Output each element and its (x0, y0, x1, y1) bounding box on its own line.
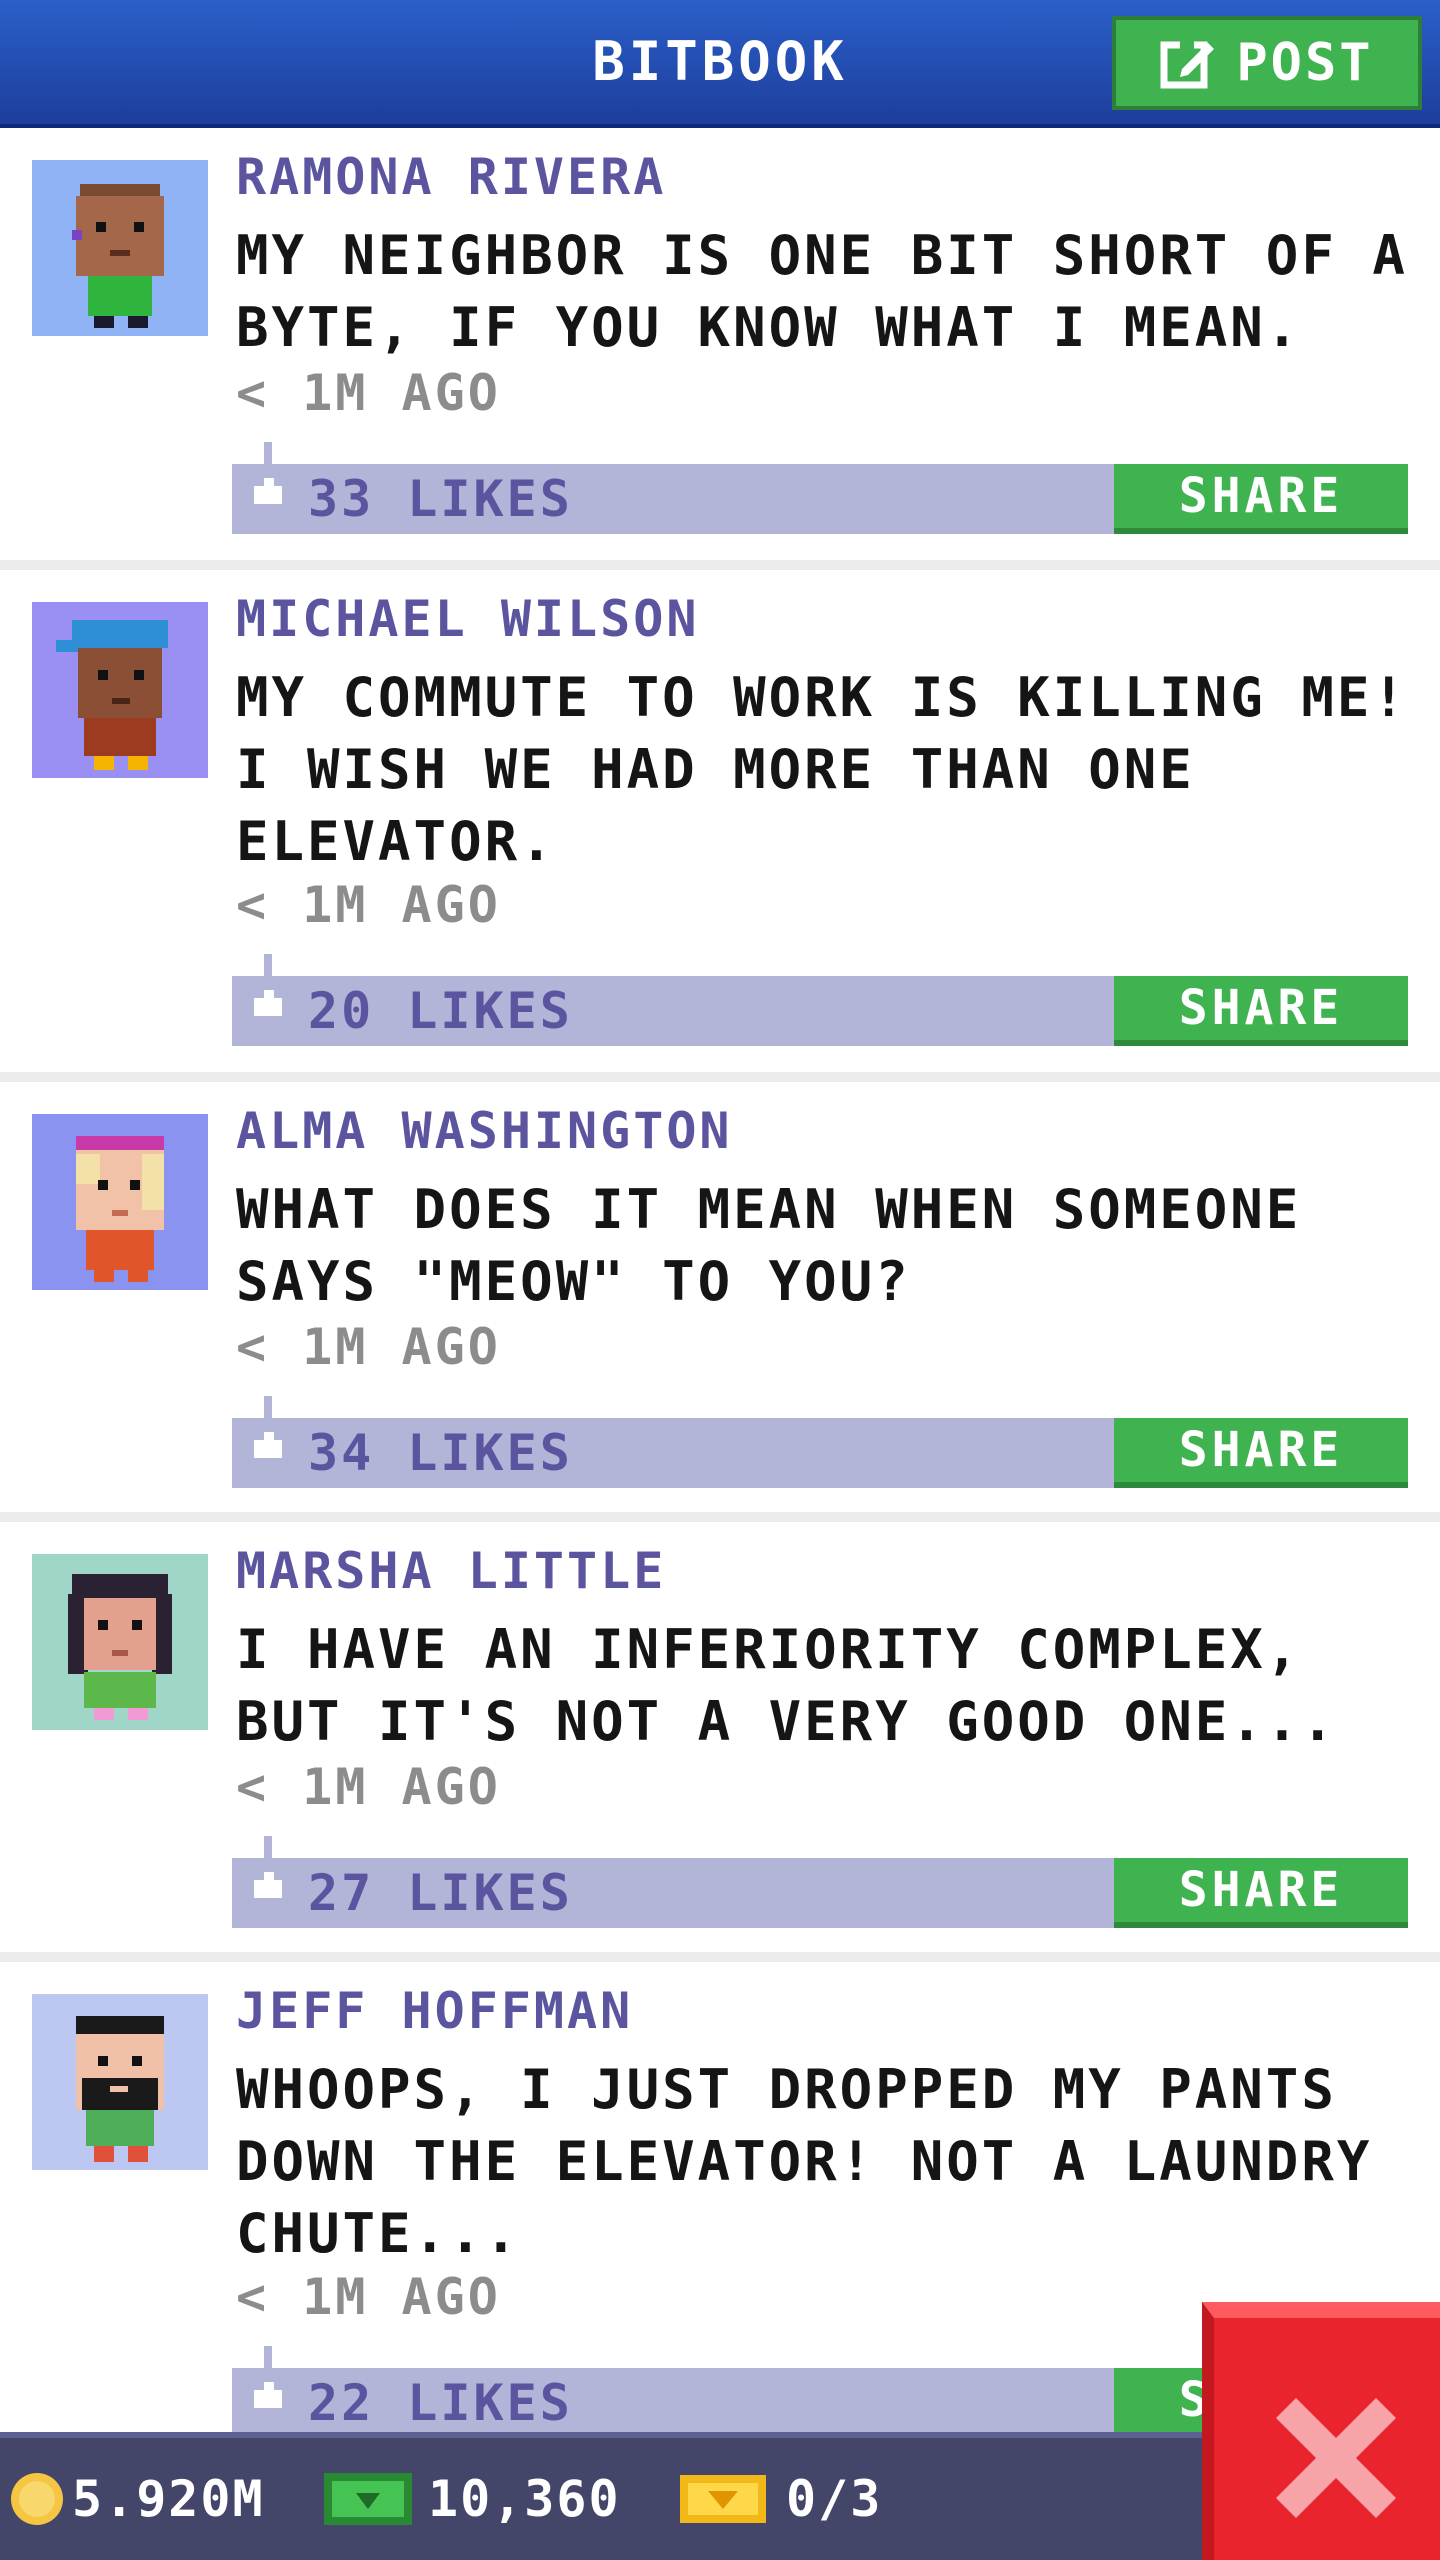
post-time: < 1M AGO (236, 1758, 501, 1816)
bux-value: 10,360 (428, 2470, 621, 2528)
share-button[interactable]: SHARE (1114, 976, 1408, 1046)
post-message: I HAVE AN INFERIORITY COMPLEX, BUT IT'S … (236, 1618, 1337, 1753)
coin-icon (11, 2473, 63, 2525)
post-card: MARSHA LITTLE I HAVE AN INFERIORITY COMP… (0, 1522, 1440, 1962)
thumbs-up-icon (254, 1836, 282, 1898)
avatar[interactable] (32, 1994, 208, 2170)
post-time: < 1M AGO (236, 1318, 501, 1376)
compose-icon (1160, 39, 1215, 89)
ticket-icon (680, 2475, 766, 2523)
tickets-display: 0/3 (678, 2462, 882, 2536)
post-card: ALMA WASHINGTON WHAT DOES IT MEAN WHEN S… (0, 1082, 1440, 1522)
feed[interactable]: RAMONA RIVERA MY NEIGHBOR IS ONE BIT SHO… (0, 128, 1440, 2482)
avatar-jeff (76, 2016, 164, 2162)
thumbs-up-icon (254, 442, 282, 504)
post-card: MICHAEL WILSON MY COMMUTE TO WORK IS KIL… (0, 570, 1440, 1082)
avatar[interactable] (32, 160, 208, 336)
top-bar: BITBOOK POST (0, 0, 1440, 128)
avatar[interactable] (32, 1554, 208, 1730)
coins-display: 5.920M (8, 2462, 265, 2536)
post-author[interactable]: RAMONA RIVERA (236, 148, 666, 206)
share-button[interactable]: SHARE (1114, 1418, 1408, 1488)
coins-value: 5.920M (72, 2470, 265, 2528)
post-time: < 1M AGO (236, 876, 501, 934)
avatar-alma (76, 1136, 164, 1282)
likes-count: 20 LIKES (308, 982, 573, 1040)
avatar[interactable] (32, 1114, 208, 1290)
post-author[interactable]: JEFF HOFFMAN (236, 1982, 633, 2040)
bux-display: 10,360 (320, 2462, 621, 2536)
close-button[interactable] (1202, 2302, 1440, 2560)
post-button-label: POST (1236, 33, 1374, 93)
post-message: WHOOPS, I JUST DROPPED MY PANTS DOWN THE… (236, 2058, 1373, 2265)
likes-bar: 33 LIKES SHARE (232, 442, 1408, 534)
likes-count: 33 LIKES (308, 470, 573, 528)
tickets-value: 0/3 (786, 2470, 883, 2528)
post-author[interactable]: MARSHA LITTLE (236, 1542, 666, 1600)
post-card: RAMONA RIVERA MY NEIGHBOR IS ONE BIT SHO… (0, 128, 1440, 570)
likes-bar: 27 LIKES SHARE (232, 1836, 1408, 1928)
post-author[interactable]: ALMA WASHINGTON (236, 1102, 733, 1160)
avatar-ramona (72, 184, 164, 328)
post-message: WHAT DOES IT MEAN WHEN SOMEONE SAYS "MEO… (236, 1178, 1302, 1313)
likes-bar: 34 LIKES SHARE (232, 1396, 1408, 1488)
bux-icon (324, 2473, 412, 2525)
post-message: MY COMMUTE TO WORK IS KILLING ME! I WISH… (236, 666, 1408, 873)
likes-count: 34 LIKES (308, 1424, 573, 1482)
share-button[interactable]: SHARE (1114, 464, 1408, 534)
thumbs-up-icon (254, 2346, 282, 2408)
avatar[interactable] (32, 602, 208, 778)
likes-bar: 20 LIKES SHARE (232, 954, 1408, 1046)
post-time: < 1M AGO (236, 2268, 501, 2326)
avatar-marsha (68, 1574, 172, 1720)
thumbs-up-icon (254, 1396, 282, 1458)
post-time: < 1M AGO (236, 364, 501, 422)
thumbs-up-icon (254, 954, 282, 1016)
close-icon (1276, 2398, 1396, 2518)
likes-count: 27 LIKES (308, 1864, 573, 1922)
share-button[interactable]: SHARE (1114, 1858, 1408, 1928)
post-author[interactable]: MICHAEL WILSON (236, 590, 699, 648)
post-message: MY NEIGHBOR IS ONE BIT SHORT OF A BYTE, … (236, 224, 1408, 359)
avatar-michael (56, 620, 168, 770)
post-button[interactable]: POST (1112, 16, 1422, 110)
likes-count: 22 LIKES (308, 2374, 573, 2432)
